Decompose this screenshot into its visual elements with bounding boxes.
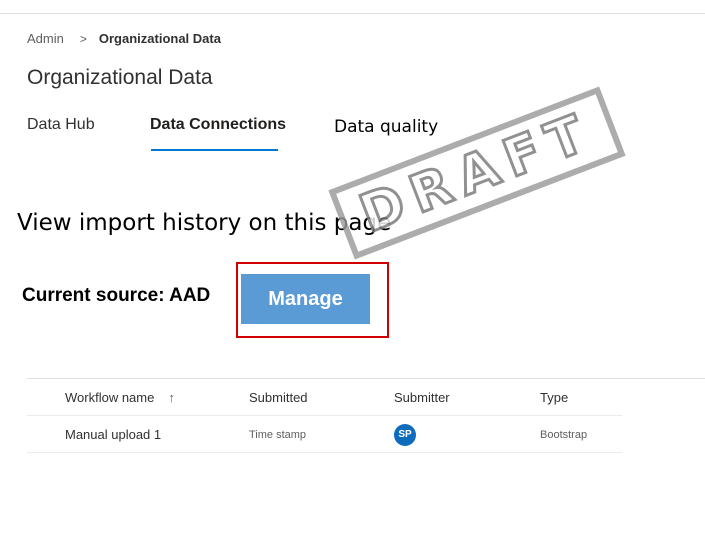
top-divider	[0, 13, 705, 14]
table-row[interactable]: Manual upload 1 Time stamp SP Bootstrap	[27, 416, 622, 453]
avatar[interactable]: SP	[394, 423, 416, 446]
type-cell: Bootstrap	[540, 428, 588, 441]
tab-data-hub[interactable]: Data Hub	[27, 116, 95, 134]
submitted-cell: Time stamp	[249, 428, 307, 441]
row-divider	[27, 452, 622, 453]
column-header-submitted[interactable]: Submitted	[249, 379, 308, 416]
submitter-cell: SP	[394, 416, 416, 453]
column-header-label: Workflow name	[65, 390, 155, 405]
selected-tab-indicator	[151, 149, 278, 151]
tab-label: Data Hub	[27, 116, 95, 133]
current-source-label: Current source: AAD	[22, 285, 211, 306]
tab-label: Data Connections	[150, 116, 287, 133]
column-header-label: Submitter	[394, 390, 450, 405]
draft-stamp: DRAFT	[328, 86, 626, 260]
manage-button[interactable]: Manage	[241, 274, 370, 324]
column-header-type[interactable]: Type	[540, 379, 568, 416]
breadcrumb-admin-link[interactable]: Admin	[27, 31, 64, 46]
table-header-row: Workflow name ↑ Submitted Submitter Type	[27, 379, 622, 416]
column-header-workflow-name[interactable]: Workflow name ↑	[65, 379, 175, 416]
sort-ascending-icon[interactable]: ↑	[168, 390, 175, 405]
breadcrumb-separator: >	[79, 31, 87, 46]
column-header-submitter[interactable]: Submitter	[394, 379, 450, 416]
tab-data-connections[interactable]: Data Connections	[150, 116, 287, 151]
page-title: Organizational Data	[27, 66, 213, 89]
import-history-note: View import history on this page	[17, 210, 392, 236]
workflow-name-cell[interactable]: Manual upload 1	[65, 416, 161, 453]
tab-data-quality[interactable]: Data quality	[334, 117, 438, 137]
breadcrumb-current: Organizational Data	[98, 31, 221, 46]
tab-label: Data quality	[334, 117, 439, 137]
breadcrumb: Admin > Organizational Data	[27, 31, 221, 46]
column-header-label: Submitted	[249, 390, 308, 405]
column-header-label: Type	[540, 390, 569, 405]
